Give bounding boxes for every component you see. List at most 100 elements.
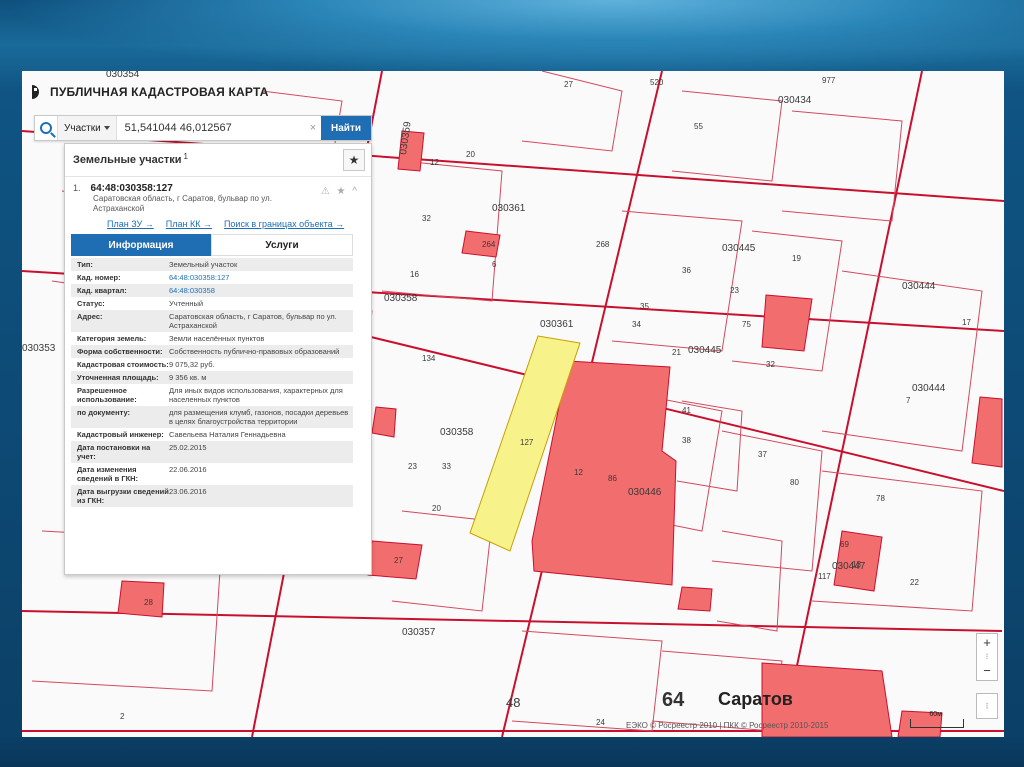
svg-text:80: 80 [790,478,799,487]
info-key: Разрешенное использование: [77,386,137,404]
svg-text:030361: 030361 [492,203,526,214]
svg-text:34: 34 [632,320,641,329]
find-button[interactable]: Найти [321,116,371,140]
info-value: Учтенный [169,299,204,308]
svg-text:32: 32 [422,214,431,223]
star-icon[interactable]: ★ [343,149,365,171]
slide-background-band [0,737,1024,767]
svg-text:48: 48 [506,695,520,710]
svg-text:23: 23 [730,286,739,295]
result-card[interactable]: 1. 64:48:030358:127 Саратовская область,… [73,183,363,229]
info-value: 9 075,32 руб. [169,360,215,369]
svg-text:12: 12 [430,158,439,167]
svg-text:12: 12 [574,468,583,477]
copyright: ЕЭКО © Росреестр 2010 | ПКК © Росреестр … [626,721,829,730]
svg-text:28: 28 [144,598,153,607]
svg-text:55: 55 [694,122,703,131]
svg-text:030358: 030358 [384,293,418,304]
svg-text:13: 13 [852,560,861,569]
result-count: 1 [183,151,188,161]
svg-text:20: 20 [432,504,441,513]
svg-text:030444: 030444 [902,281,936,292]
svg-text:35: 35 [640,302,649,311]
plan-zu-link[interactable]: План ЗУ → [107,219,154,229]
info-row: Адрес: Саратовская область, г Саратов, бу… [71,310,353,332]
panel-title: Земельные участки [73,154,182,166]
info-row: по документу: для размещения клумб, газон… [71,406,353,428]
info-row: Дата изменения сведений в ГКН: 22.06.2016 [71,463,353,485]
info-key: Статус: [77,299,105,308]
info-value: 23.06.2016 [169,487,207,496]
region-number: 64 [662,689,685,711]
tab-services[interactable]: Услуги [211,234,353,256]
info-key: Кадастровый инженер: [77,430,164,439]
info-value: Земли населённых пунктов [169,334,265,343]
scale-bar [910,719,964,728]
search-type-dropdown[interactable]: Участки [58,116,117,140]
svg-text:75: 75 [742,320,751,329]
tab-information[interactable]: Информация [71,234,211,256]
svg-text:030434: 030434 [778,95,812,106]
info-row: Разрешенное использование: Для иных видов… [71,384,353,406]
info-row: Кад. номер: 64:48:030358:127 [71,271,353,284]
svg-text:977: 977 [822,76,836,85]
app-logo-icon [32,85,44,99]
info-value[interactable]: 64:48:030358 [169,286,353,295]
svg-text:27: 27 [394,556,403,565]
svg-text:16: 16 [410,270,419,279]
search-icon[interactable] [35,116,58,140]
cadastral-id: 64:48:030358:127 [90,183,173,194]
info-key: Уточненная площадь: [77,373,159,382]
info-row: Кадастровая стоимость: 9 075,32 руб. [71,358,353,371]
svg-text:69: 69 [840,540,849,549]
info-key: Форма собственности: [77,347,163,356]
info-row: Уточненная площадь: 9 356 кв. м [71,371,353,384]
clear-icon[interactable]: × [305,116,321,140]
info-key: Адрес: [77,312,103,321]
svg-text:030357: 030357 [402,627,436,638]
info-value: 9 356 кв. м [169,373,207,382]
search-input[interactable] [116,116,306,140]
info-row: Дата постановки на учет: 25.02.2015 [71,441,353,463]
svg-text:86: 86 [608,474,617,483]
card-links: План ЗУ → План КК → Поиск в границах объ… [107,219,363,229]
pan-control-icon[interactable]: ⁝ [976,693,998,719]
svg-text:2: 2 [120,712,125,721]
info-key: Категория земель: [77,334,147,343]
info-row: Кад. квартал: 64:48:030358 [71,284,353,297]
svg-text:030445: 030445 [688,345,722,356]
svg-text:22: 22 [910,578,919,587]
svg-text:030445: 030445 [722,243,756,254]
info-key: Кад. квартал: [77,286,127,295]
svg-text:030353: 030353 [22,343,56,354]
svg-text:33: 33 [442,462,451,471]
card-tools-icons[interactable]: ⚠ ★ ^ [321,186,359,197]
info-row: Кадастровый инженер: Савельева Наталия Ге… [71,428,353,441]
svg-text:41: 41 [682,406,691,415]
info-value: 22.06.2016 [169,465,207,474]
map-viewport[interactable]: 030354 030359 030361 030361 030358 03035… [22,71,1004,737]
plan-kk-link[interactable]: План КК → [166,219,212,229]
zoom-out-button[interactable]: − [983,662,991,680]
info-value: 25.02.2015 [169,443,207,452]
zoom-in-button[interactable]: + [983,634,991,652]
svg-text:27: 27 [564,80,573,89]
svg-text:17: 17 [962,318,971,327]
search-in-bounds-link[interactable]: Поиск в границах объекта → [224,219,344,229]
svg-text:520: 520 [650,78,664,87]
info-value: Саратовская область, г Саратов, бульвар … [169,312,337,330]
svg-text:030446: 030446 [628,487,662,498]
svg-text:030444: 030444 [912,383,946,394]
info-value: Собственность публично-правовых образова… [169,347,340,356]
info-value[interactable]: 64:48:030358:127 [169,273,353,282]
svg-text:6: 6 [492,260,497,269]
zoom-level-icon: ⁝ [985,652,989,661]
info-table: Тип: Земельный участок Кад. номер: 64:48:03… [71,258,353,507]
svg-text:7: 7 [906,396,911,405]
info-key: Дата изменения сведений в ГКН: [77,465,139,483]
svg-text:38: 38 [682,436,691,445]
svg-text:19: 19 [792,254,801,263]
search-type-label: Участки [64,122,101,134]
info-row: Тип: Земельный участок [71,258,353,271]
svg-text:78: 78 [876,494,885,503]
